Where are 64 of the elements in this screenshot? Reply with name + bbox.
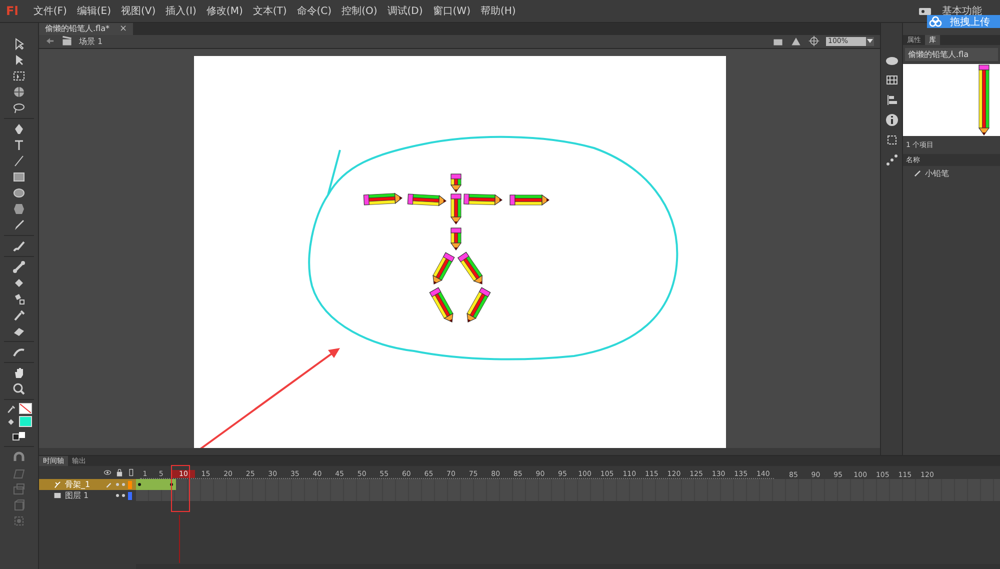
horizontal-scrollbar[interactable] bbox=[39, 448, 880, 455]
document-dropdown[interactable]: 偷懒的铅笔人.fla bbox=[905, 48, 998, 61]
polygon-icon[interactable] bbox=[12, 202, 26, 216]
library-item[interactable]: 小铅笔 bbox=[903, 166, 1000, 181]
menu-item[interactable]: 窗口(W) bbox=[428, 4, 476, 18]
swatches-icon[interactable] bbox=[884, 73, 898, 87]
eye-icon[interactable] bbox=[103, 468, 112, 477]
align-icon[interactable] bbox=[884, 93, 898, 107]
app-logo: Fl bbox=[6, 4, 18, 18]
info-icon[interactable] bbox=[884, 113, 898, 127]
pencil-drawing bbox=[976, 64, 992, 136]
fill-color-swatch[interactable] bbox=[19, 416, 32, 427]
oval-icon[interactable] bbox=[12, 186, 26, 200]
stroke-color-swatch[interactable] bbox=[19, 403, 32, 414]
lock-icon[interactable] bbox=[115, 468, 124, 477]
document-tab[interactable]: 偷懒的铅笔人.fla* × bbox=[39, 23, 134, 35]
layer-outline-color[interactable] bbox=[128, 492, 132, 500]
globe-icon[interactable] bbox=[12, 85, 26, 99]
cloud-icon bbox=[929, 16, 942, 27]
transform-panel-icon[interactable] bbox=[884, 133, 898, 147]
stroke-color-icon[interactable] bbox=[6, 404, 16, 414]
menu-item[interactable]: 帮助(H) bbox=[475, 4, 521, 18]
bone-symbol-icon[interactable] bbox=[913, 169, 922, 178]
zoom-icon[interactable] bbox=[12, 382, 26, 396]
menu-item[interactable]: 调试(D) bbox=[382, 4, 428, 18]
workspace-switcher[interactable]: 基本功能 bbox=[942, 4, 982, 18]
pen-icon[interactable] bbox=[12, 122, 26, 136]
highlight-rectangle bbox=[171, 465, 190, 512]
text-icon[interactable] bbox=[12, 138, 26, 152]
outline-icon[interactable] bbox=[127, 468, 136, 477]
layer-icon[interactable] bbox=[53, 491, 62, 500]
hand-icon[interactable] bbox=[12, 366, 26, 380]
motion-presets-icon[interactable] bbox=[884, 153, 898, 167]
center-stage-icon[interactable] bbox=[808, 35, 820, 48]
layer-row[interactable]: 骨架_1 bbox=[39, 479, 136, 490]
menu-item[interactable]: 文件(F) bbox=[28, 4, 72, 18]
menu-item[interactable]: 视图(V) bbox=[116, 4, 161, 18]
scene-label: 场景 1 bbox=[79, 36, 103, 47]
magnet-icon[interactable] bbox=[12, 450, 26, 464]
pencil-icon[interactable] bbox=[12, 218, 26, 232]
line-icon[interactable] bbox=[12, 154, 26, 168]
swap-colors-icon[interactable] bbox=[12, 429, 26, 443]
back-arrow-icon[interactable] bbox=[45, 36, 55, 46]
frame-track[interactable] bbox=[136, 490, 1000, 501]
pencil-edit-icon[interactable] bbox=[105, 480, 113, 488]
layer-outline-color[interactable] bbox=[128, 480, 132, 488]
menu-item[interactable]: 修改(M) bbox=[201, 4, 248, 18]
brush-icon[interactable] bbox=[12, 239, 26, 253]
menu-item[interactable]: 控制(O) bbox=[336, 4, 382, 18]
layer-row[interactable]: 图层 1 bbox=[39, 490, 136, 501]
dropdown-arrow-icon[interactable] bbox=[866, 36, 874, 46]
transform-icon[interactable] bbox=[12, 69, 26, 83]
menu-item[interactable]: 命令(C) bbox=[292, 4, 337, 18]
armature-icon[interactable] bbox=[53, 480, 62, 489]
edit-symbol-icon[interactable] bbox=[790, 35, 802, 48]
clapper-icon[interactable] bbox=[61, 35, 73, 48]
menu-item[interactable]: 文本(T) bbox=[248, 4, 292, 18]
menu-item[interactable]: 编辑(E) bbox=[72, 4, 116, 18]
menu-item[interactable]: 插入(I) bbox=[160, 4, 202, 18]
bone-icon[interactable] bbox=[12, 260, 26, 274]
rectangle-icon[interactable] bbox=[12, 170, 26, 184]
eyedropper-icon[interactable] bbox=[12, 308, 26, 322]
lasso-icon[interactable] bbox=[12, 101, 26, 115]
pose-span[interactable] bbox=[136, 479, 176, 490]
